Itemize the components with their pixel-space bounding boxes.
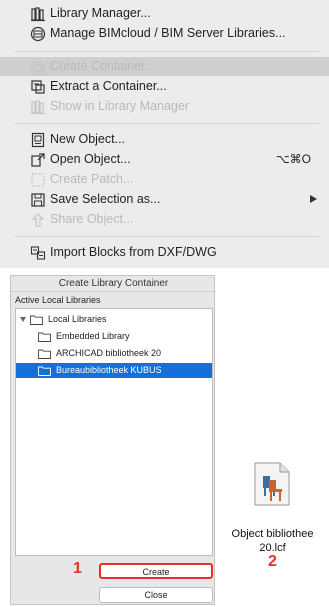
menu-item-label: Show in Library Manager	[50, 99, 189, 113]
create-patch-icon	[30, 172, 46, 188]
menu-item-label: Save Selection as...	[50, 192, 161, 206]
menu-item-label: Extract a Container...	[50, 79, 167, 93]
folder-icon	[38, 366, 51, 376]
lcf-file-icon[interactable]	[254, 462, 290, 506]
extract-container-icon	[30, 79, 46, 95]
tree-item-label: ARCHICAD bibliotheek 20	[56, 348, 162, 358]
submenu-arrow-icon	[310, 195, 317, 203]
menu-item-import-blocks[interactable]: Import Blocks from DXF/DWG	[0, 243, 329, 262]
folder-icon	[38, 349, 51, 359]
save-icon	[30, 192, 46, 208]
folder-icon	[38, 332, 51, 342]
library-manager-icon	[30, 6, 46, 22]
tree-item-embedded-library[interactable]: Embedded Library	[38, 329, 210, 344]
disclosure-triangle-icon[interactable]	[20, 317, 26, 322]
tree-item-bureaubibliotheek-kubus[interactable]: Bureaubibliotheek KUBUS	[16, 363, 212, 378]
menu-item-label: Share Object...	[50, 212, 134, 226]
menu-item-show-in-library-manager[interactable]: Show in Library Manager	[0, 97, 329, 116]
create-library-container-dialog: Create Library Container Active Local Li…	[10, 275, 216, 605]
tree-item-label: Bureaubibliotheek KUBUS	[56, 365, 162, 375]
file-name-label: Object bibliothee 20.lcf 2	[210, 527, 329, 570]
menu-item-manage-bimcloud[interactable]: Manage BIMcloud / BIM Server Libraries..…	[0, 24, 329, 43]
menu-shortcut: ⌥⌘O	[275, 152, 311, 166]
share-icon	[30, 212, 46, 228]
menu-item-label: Create Container...	[50, 59, 155, 73]
menu-item-label: Import Blocks from DXF/DWG	[50, 245, 217, 259]
menu-item-label: Library Manager...	[50, 6, 151, 20]
library-manager-icon	[30, 99, 46, 115]
library-menu: Library Manager... Manage BIMcloud / BIM…	[0, 0, 329, 268]
folder-icon	[30, 315, 43, 325]
menu-item-new-object[interactable]: New Object...	[0, 130, 329, 149]
new-object-icon	[30, 132, 46, 148]
menu-item-library-manager[interactable]: Library Manager...	[0, 4, 329, 23]
menu-item-save-selection-as[interactable]: Save Selection as...	[0, 190, 329, 209]
annotation-marker-1: 1	[73, 560, 82, 577]
active-local-libraries-label: Active Local Libraries	[15, 295, 101, 305]
menu-item-create-patch[interactable]: Create Patch...	[0, 170, 329, 189]
tree-item-label: Embedded Library	[56, 331, 130, 341]
menu-item-label: New Object...	[50, 132, 126, 146]
create-container-icon	[30, 59, 46, 75]
tree-item-archicad-bibliotheek[interactable]: ARCHICAD bibliotheek 20	[38, 346, 210, 361]
create-button[interactable]: Create	[99, 563, 213, 579]
menu-item-open-object[interactable]: Open Object... ⌥⌘O	[0, 150, 329, 169]
tree-item-label: Local Libraries	[48, 314, 107, 324]
import-blocks-icon	[30, 245, 46, 261]
menu-separator	[14, 236, 319, 237]
menu-item-extract-container[interactable]: Extract a Container...	[0, 77, 329, 96]
menu-item-label: Create Patch...	[50, 172, 134, 186]
menu-item-create-container[interactable]: Create Container...	[0, 57, 329, 76]
bimcloud-icon	[30, 26, 46, 42]
annotation-marker-2: 2	[268, 553, 277, 570]
library-tree[interactable]: Local Libraries Embedded Library ARCHICA…	[15, 308, 213, 556]
menu-item-label: Open Object...	[50, 152, 131, 166]
dialog-title: Create Library Container	[11, 276, 216, 292]
menu-separator	[14, 51, 319, 52]
menu-item-share-object[interactable]: Share Object...	[0, 210, 329, 229]
menu-item-label: Manage BIMcloud / BIM Server Libraries..…	[50, 26, 286, 40]
open-object-icon	[30, 152, 46, 168]
file-name-line-1: Object bibliothee	[231, 528, 314, 540]
menu-separator	[14, 123, 319, 124]
close-button[interactable]: Close	[99, 587, 213, 603]
tree-item-local-libraries[interactable]: Local Libraries	[20, 312, 210, 327]
